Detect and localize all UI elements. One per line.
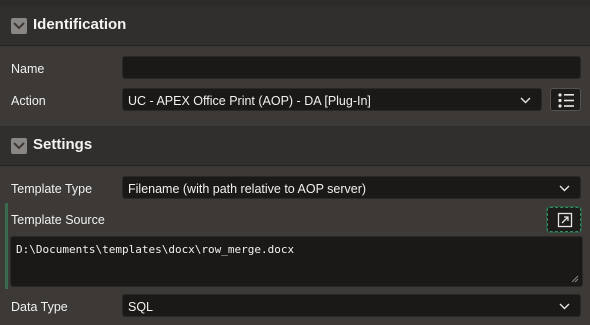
list-icon <box>558 93 574 108</box>
chevron-down-icon[interactable] <box>11 138 27 154</box>
chevron-down-icon <box>520 97 531 104</box>
identification-header[interactable]: Identification <box>0 6 590 46</box>
template-type-label: Template Type <box>11 182 93 196</box>
expand-editor-button[interactable] <box>547 207 581 232</box>
data-type-value: SQL <box>128 300 154 314</box>
section-title: Settings <box>33 136 93 153</box>
chevron-down-icon[interactable] <box>11 18 27 34</box>
focus-indicator <box>5 203 8 289</box>
action-label: Action <box>11 94 46 108</box>
chevron-down-icon <box>559 185 570 192</box>
data-type-label: Data Type <box>11 300 68 314</box>
template-source-value: D:\Documents\templates\docx\row_merge.do… <box>16 243 295 256</box>
name-label: Name <box>11 62 45 76</box>
list-values-button[interactable] <box>550 88 581 111</box>
template-type-select[interactable]: Filename (with path relative to AOP serv… <box>122 176 581 199</box>
template-source-label: Template Source <box>11 213 105 227</box>
template-source-textarea[interactable]: D:\Documents\templates\docx\row_merge.do… <box>10 236 583 287</box>
action-value: UC - APEX Office Print (AOP) - DA [Plug-… <box>128 94 371 108</box>
action-select[interactable]: UC - APEX Office Print (AOP) - DA [Plug-… <box>122 88 542 111</box>
template-type-value: Filename (with path relative to AOP serv… <box>128 182 367 196</box>
section-title: Identification <box>33 16 127 33</box>
settings-header[interactable]: Settings <box>0 126 590 166</box>
name-input[interactable] <box>122 56 581 79</box>
resize-handle-icon[interactable] <box>571 275 579 283</box>
data-type-select[interactable]: SQL <box>122 294 581 317</box>
chevron-down-icon <box>559 303 570 310</box>
open-in-dialog-icon <box>557 212 573 228</box>
